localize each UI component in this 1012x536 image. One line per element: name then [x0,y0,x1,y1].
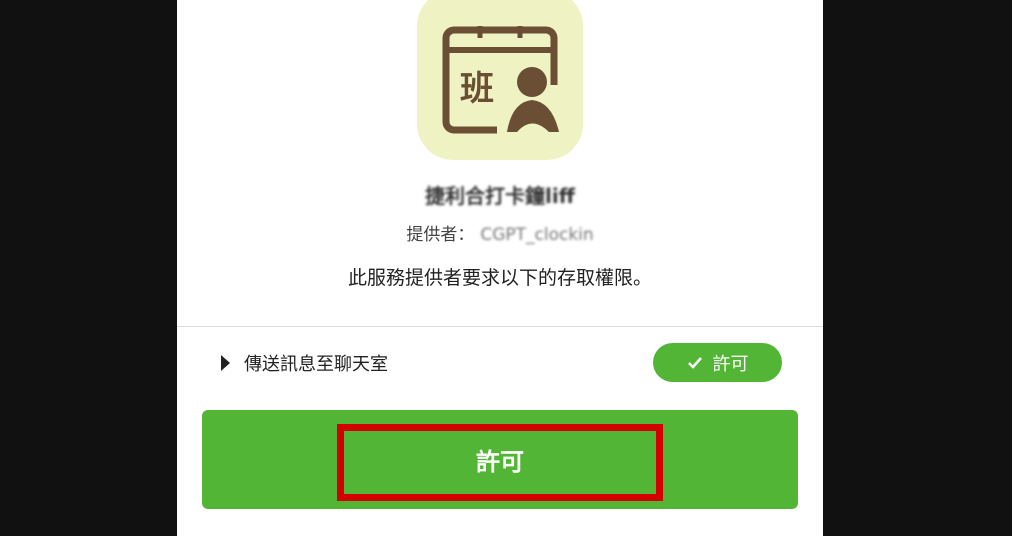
caret-right-icon [221,355,230,371]
svg-text:班: 班 [460,69,494,109]
divider [177,326,823,327]
permission-status: 許可 [712,353,749,375]
calendar-shift-person-icon: 班 [442,26,563,140]
consent-panel: 班 捷利合打卡鐘liff 提供者： CGPT_clockin 此服務提供者要求以下… [177,0,823,536]
app-name: 捷利合打卡鐘liff [425,184,575,208]
provider-name: CGPT_clockin [480,225,594,245]
check-icon [687,356,702,369]
provider: 提供者： CGPT_clockin [177,220,823,245]
permission-description: 此服務提供者要求以下的存取權限。 [347,267,652,289]
app-icon: 班 [417,0,583,160]
permission-item-send-message[interactable]: 傳送訊息至聊天室 [221,350,388,376]
permission-label: 傳送訊息至聊天室 [244,354,388,375]
permission-toggle[interactable]: 許可 [653,343,782,382]
allow-button[interactable]: 許可 [202,410,798,509]
provider-label: 提供者： [406,225,475,245]
